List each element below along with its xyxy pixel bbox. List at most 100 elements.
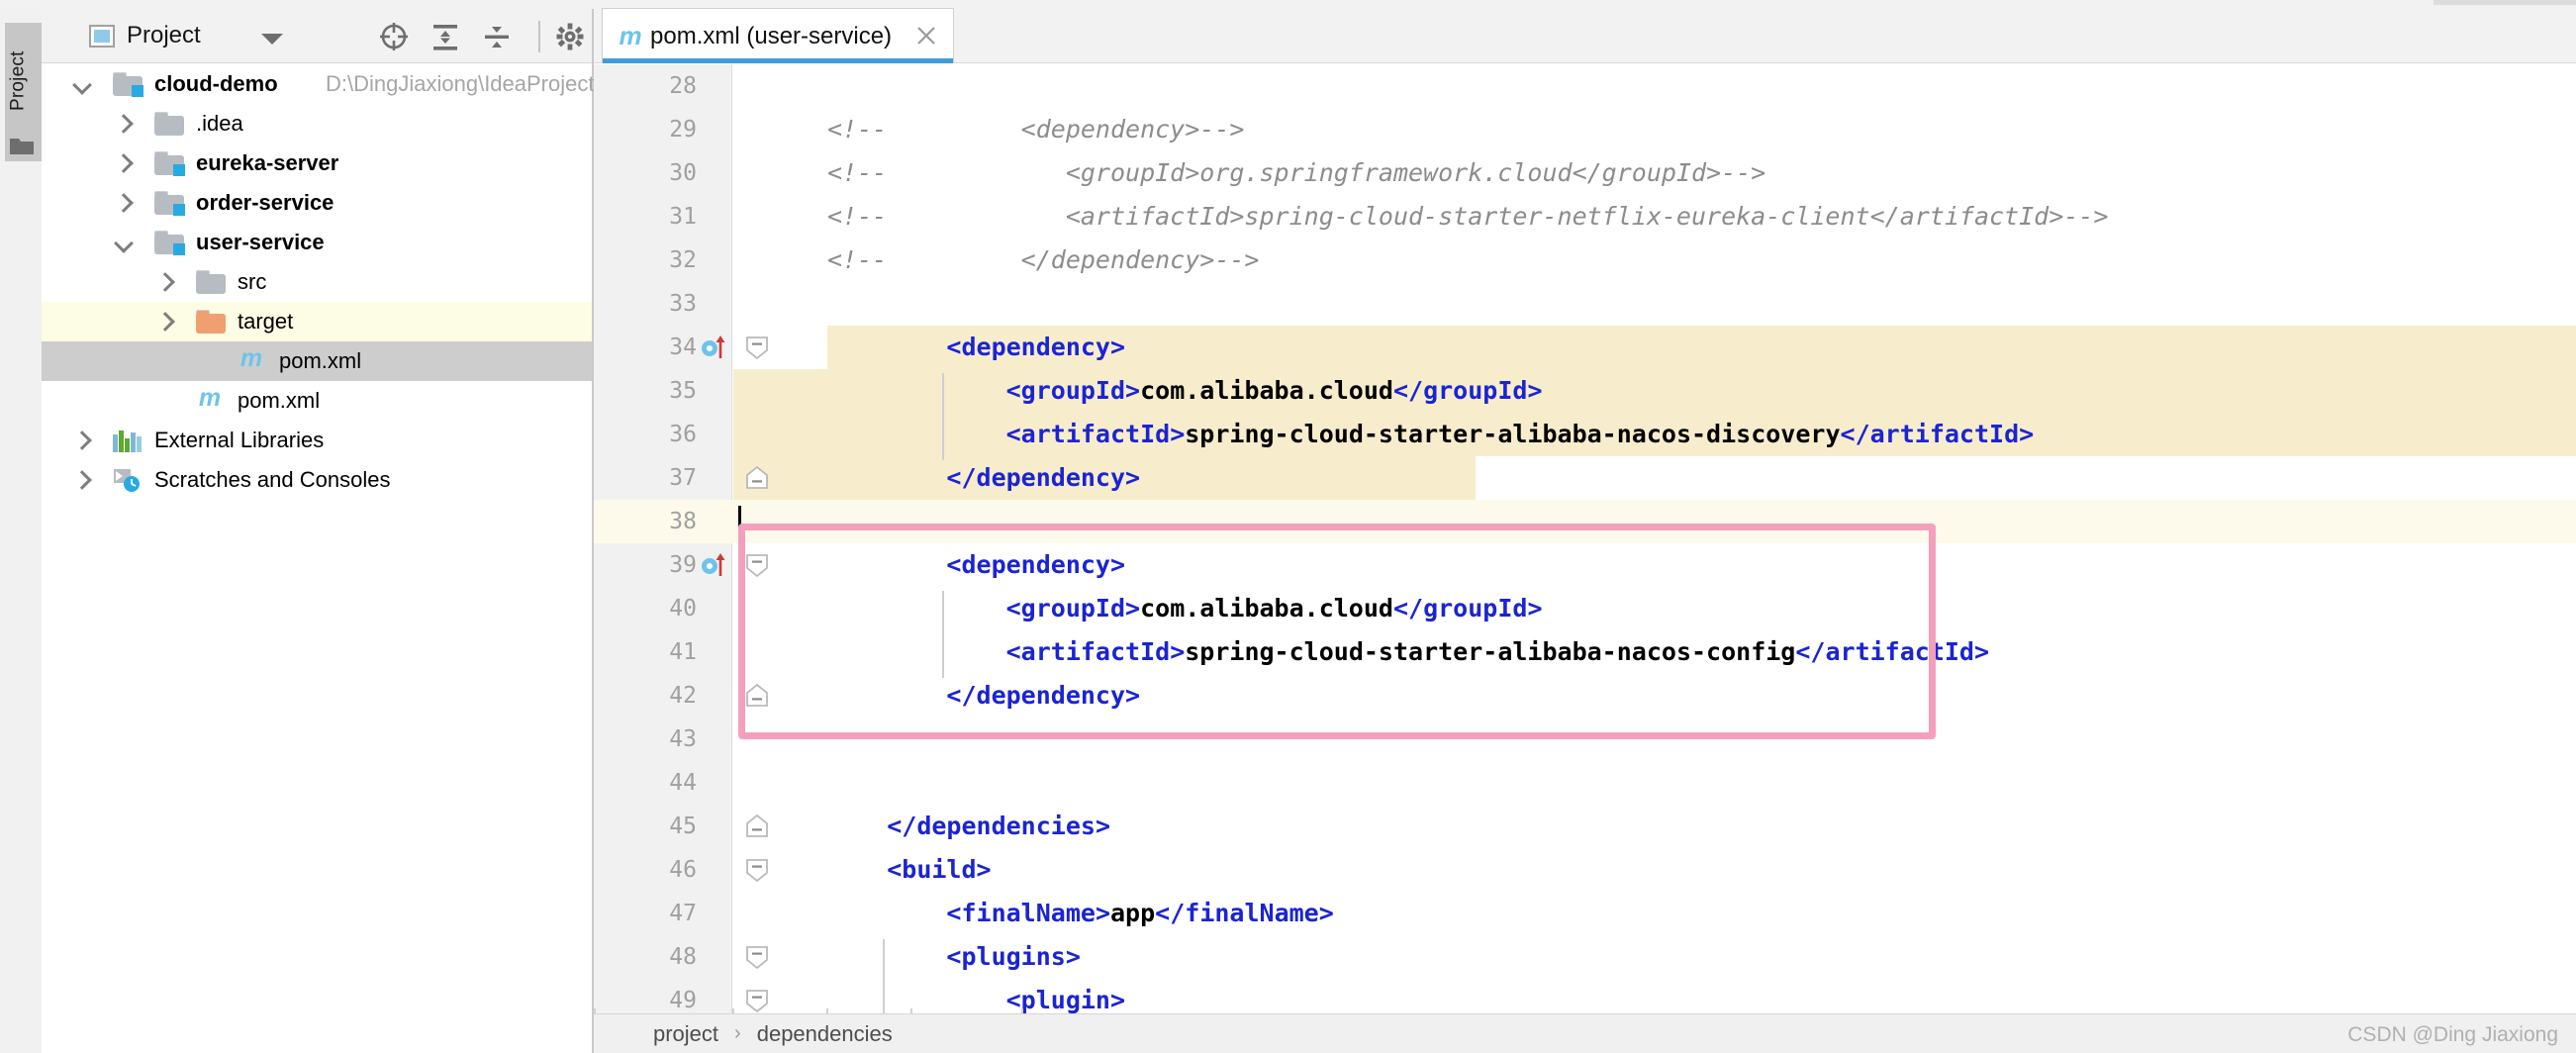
run-navigate-icon-line-34[interactable] [701,335,730,360]
xml-tag: dependency [961,333,1110,361]
code-line[interactable]: 32 <!-- </dependency>--> [594,239,2576,282]
dropdown-caret-icon[interactable] [261,34,283,45]
tree-item-pom-xml[interactable]: m pom.xml [42,341,592,381]
xml-tag: < [827,855,903,884]
tree-item--idea[interactable]: .idea [42,104,592,144]
chevron-down-icon[interactable] [75,78,95,98]
chevron-right-icon[interactable] [158,275,178,295]
breadcrumb-item-dependencies[interactable]: dependencies [757,1021,893,1047]
editor-area: m pom.xml (user-service) 28 29 <!-- <depen… [594,6,2576,1053]
chevron-right-icon[interactable] [75,473,95,493]
code-line[interactable]: 45 </dependencies> [594,805,2576,848]
chevron-right-icon[interactable] [117,156,137,176]
editor-tab-pom-xml[interactable]: m pom.xml (user-service) [602,8,954,63]
close-icon[interactable] [915,25,937,47]
code-line[interactable]: 31 <!-- <artifactId>spring-cloud-starter-… [594,195,2576,239]
code-line[interactable]: 35 <groupId>com.alibaba.cloud</groupId> [594,369,2576,413]
line-number: 46 [669,857,697,883]
tree-item-scratches-and-consoles[interactable]: Scratches and Consoles [42,460,592,500]
code-line[interactable]: 33 [594,282,2576,326]
module-folder-icon [154,231,185,255]
line-number: 41 [669,639,697,665]
xml-text: com.alibaba.cloud [1140,376,1393,405]
code-line-text: <dependency> [827,326,1125,369]
tree-item-cloud-demo[interactable]: cloud-demo D:\DingJiaxiong\IdeaProject [42,64,594,104]
chevron-right-icon[interactable] [75,433,95,453]
line-number: 44 [669,770,697,796]
folder-icon [196,270,226,294]
tree-item-external-libraries[interactable]: External Libraries [42,421,592,460]
folder-icon [154,112,184,136]
tree-item-pom-xml[interactable]: m pom.xml [42,381,592,421]
fold-expand-icon-line-37[interactable] [744,465,770,491]
module-folder-icon [154,191,185,216]
fold-collapse-icon-line-34[interactable] [744,335,770,360]
line-number: 35 [669,378,697,404]
fold-expand-icon-line-45[interactable] [744,814,770,839]
tree-item-label: External Libraries [154,428,325,452]
fold-collapse-icon-line-48[interactable] [744,944,770,970]
breadcrumb-separator-icon: › [734,1022,741,1044]
xml-tag: groupId [1020,376,1126,405]
code-line[interactable]: 47 <finalName>app</finalName> [594,892,2576,935]
line-number: 42 [669,683,697,709]
code-line-text: <!-- </dependency>--> [827,245,1260,274]
xml-tag: </ [827,812,917,840]
line-number: 32 [669,247,697,273]
chevron-right-icon[interactable] [117,117,137,137]
xml-text: app [1110,899,1156,927]
tree-item-eureka-server[interactable]: eureka-server [42,144,592,183]
code-line[interactable]: 48 <plugins> [594,935,2576,979]
tree-item-label: order-service [196,190,334,215]
xml-tag: > [1318,899,1334,927]
code-line[interactable]: 29 <!-- <dependency>--> [594,108,2576,151]
line-number: 28 [669,73,697,99]
target-folder-icon [196,310,226,334]
code-line[interactable]: 30 <!-- <groupId>org.springframework.clou… [594,151,2576,195]
code-line-text: <!-- <dependency>--> [827,115,1245,144]
tree-item-order-service[interactable]: order-service [42,183,592,223]
run-navigate-icon-line-39[interactable] [701,552,730,578]
tree-item-label: pom.xml [238,388,321,413]
chevron-down-icon[interactable] [117,237,137,256]
chevron-right-icon[interactable] [158,315,178,335]
xml-tag: > [1125,463,1141,492]
xml-tag: > [1095,812,1110,840]
chevron-right-icon[interactable] [117,196,137,216]
line-number: 31 [669,204,697,230]
line-number: 40 [669,596,697,622]
xml-tag: > [976,855,992,884]
tree-item-label: target [238,309,294,334]
xml-tag: < [827,942,962,971]
xml-tag: </ [1840,420,1870,448]
xml-tag: finalName [1185,899,1319,927]
tree-item-label: eureka-server [196,150,339,175]
line-number: 43 [669,726,697,752]
tree-item-user-service[interactable]: user-service [42,223,592,262]
code-line[interactable]: 34 <dependency> [594,326,2576,369]
code-line[interactable]: 46 <build> [594,848,2576,892]
code-line[interactable]: 28 [594,64,2576,108]
xml-tag: </ [1155,899,1186,927]
xml-tag: finalName [961,899,1096,927]
line-number: 37 [669,465,697,491]
fold-collapse-icon-line-46[interactable] [744,857,770,883]
breadcrumb-item-project[interactable]: project [653,1021,718,1047]
tree-item-src[interactable]: src [42,262,592,302]
code-line-text: <groupId>com.alibaba.cloud</groupId> [827,369,1543,413]
code-line-text: <finalName>app</finalName> [827,892,1334,935]
xml-tag: dependencies [916,812,1096,840]
project-tree[interactable]: cloud-demo D:\DingJiaxiong\IdeaProject .id… [42,64,594,1053]
collapse-all-icon[interactable] [481,21,513,52]
settings-gear-icon[interactable] [554,21,586,52]
code-line[interactable]: 37 </dependency> [594,456,2576,500]
xml-tag: < [827,376,1021,405]
tree-item-target[interactable]: target [42,302,592,341]
code-editor[interactable]: 28 29 <!-- <dependency>--> 30 <!-- <groupId>… [594,64,2576,1013]
editor-tab-label: pom.xml (user-service) [650,22,893,49]
locate-icon[interactable] [378,21,410,52]
code-line[interactable]: 44 [594,761,2576,805]
xml-tag: > [1065,942,1081,971]
code-line[interactable]: 36 <artifactId>spring-cloud-starter-alib… [594,413,2576,456]
expand-all-icon[interactable] [429,21,461,52]
